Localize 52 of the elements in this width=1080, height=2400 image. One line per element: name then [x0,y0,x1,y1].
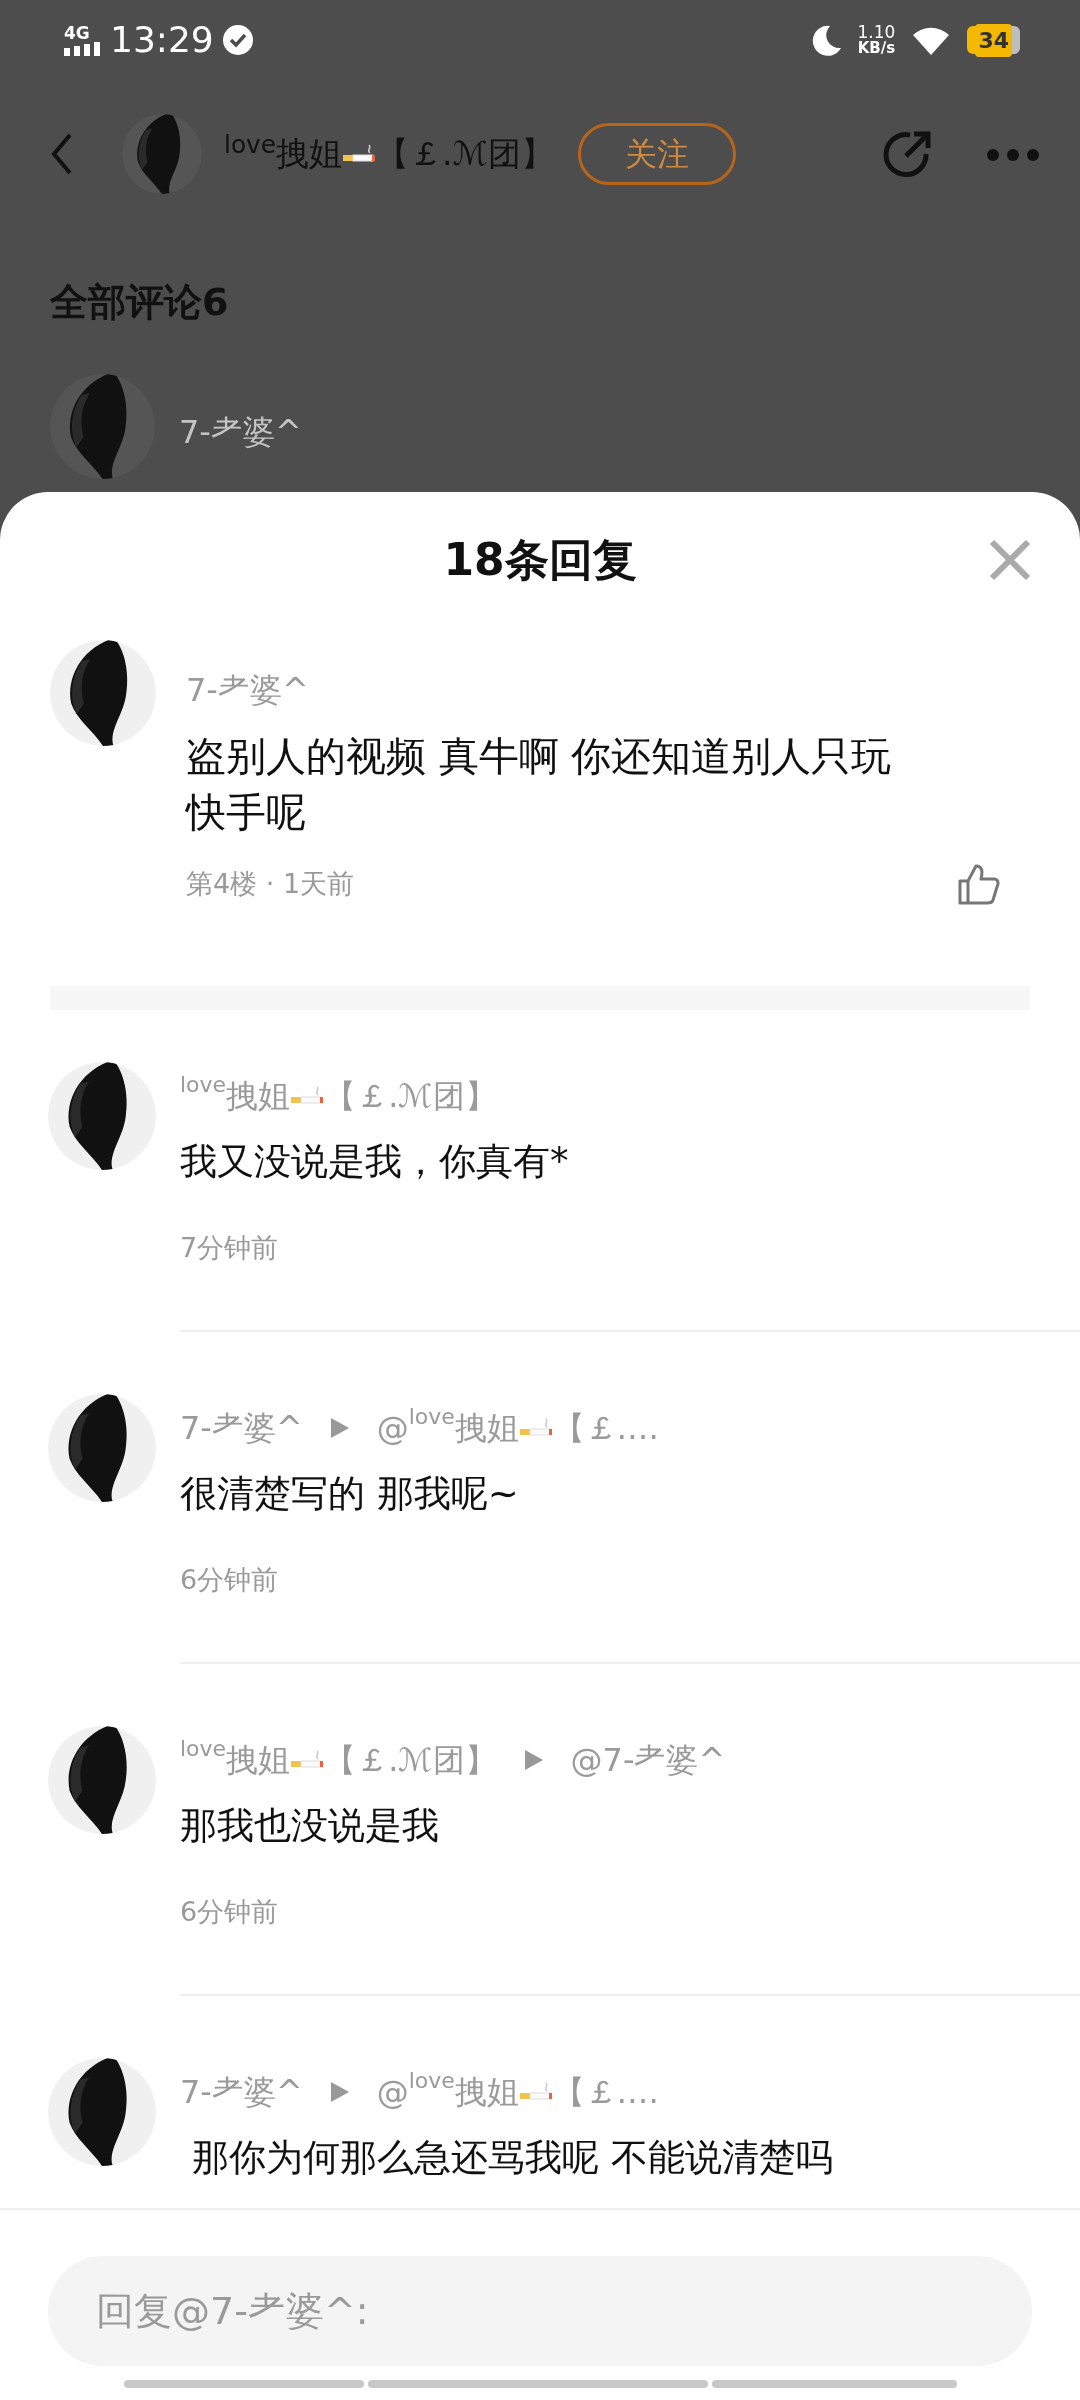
like-button[interactable] [956,862,1000,906]
close-button[interactable] [988,538,1032,582]
back-button[interactable] [50,132,74,176]
author-name: $^{love}$拽姐 [180,1736,291,1781]
signal-icon [64,41,102,56]
reply-text: 我又没说是我，你真有* [180,1139,569,1185]
author-name: 7-⺹婆^ [186,670,309,711]
reply-time: 6分钟前 [180,1562,280,1597]
comment-text: 盗别人的视频 真牛啊 你还知道别人只玩快手呢 [186,732,893,837]
play-arrow-icon [328,2080,351,2104]
author-name: $^{love}$拽姐 [180,1072,291,1117]
author-name: 【￡.ℳ团】 [324,1076,497,1117]
thumbs-up-icon [956,862,1000,906]
author-name: $^{love}$拽姐 [224,129,342,176]
wifi-icon [911,25,952,55]
mention-name: 【￡.… [552,1408,660,1449]
reply-input[interactable]: 回复@7-⺹婆^: [48,2256,1032,2366]
more-icon [986,147,1040,162]
close-icon [988,538,1032,582]
back-icon [50,132,74,176]
mention-name: 【￡.… [552,2072,660,2113]
author-name: 7-⺹婆^ [179,412,302,453]
mention-name: @7-⺹婆^ [570,1740,726,1781]
check-icon [221,24,254,56]
sheet-title: 18条回复 [443,533,637,587]
reply-text: 那你为何那么急还骂我呢 不能说清楚吗 [190,2135,833,2181]
follow-button[interactable]: 关注 [577,123,736,185]
mention-name: @$^{love}$拽姐 [376,2068,519,2113]
reply-text: 很清楚写的 那我呢~ [180,1471,520,1517]
clock-time: 13:29 [110,18,214,62]
cigarette-icon [518,2082,553,2102]
author-name: 7-⺹婆^ [180,1408,303,1449]
cigarette-icon [290,1086,325,1106]
comment-meta: 第4楼 · 1天前 [186,866,355,901]
cigarette-icon [518,1418,553,1438]
author-name: 7-⺹婆^ [180,2072,303,2113]
mention-name: @$^{love}$拽姐 [376,1404,519,1449]
reply-time: 7分钟前 [180,1230,280,1265]
cigarette-icon [341,144,376,164]
moon-icon [811,24,842,56]
reply-text: 那我也没说是我 [180,1803,440,1849]
comments-heading: 全部评论6 [49,279,230,326]
battery-level: 34 [975,23,1012,57]
network-speed: 1.10 [857,24,896,41]
play-arrow-icon [328,1416,351,1440]
reply-time: 6分钟前 [180,1894,280,1929]
speed-unit: KB/s [857,41,896,56]
cigarette-icon [290,1750,325,1770]
author-name: 【￡.ℳ团】 [324,1740,497,1781]
play-arrow-icon [522,1748,545,1772]
author-name: 【￡.ℳ团】 [375,133,554,176]
network-type: 4G [64,24,90,42]
